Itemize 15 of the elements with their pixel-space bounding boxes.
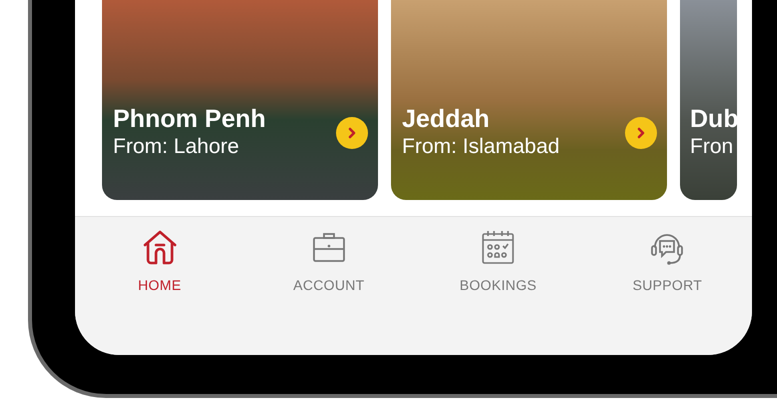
destination-title: Jeddah bbox=[402, 104, 490, 134]
tab-button[interactable]: ACCOUNT bbox=[244, 227, 414, 355]
chevron-right-icon bbox=[347, 127, 357, 139]
tab-button[interactable]: HOME bbox=[75, 227, 244, 355]
arrow-button[interactable] bbox=[336, 117, 368, 149]
destination-title: Phnom Penh bbox=[113, 104, 266, 134]
origin-text: From: Lahore bbox=[113, 134, 240, 160]
destination-card[interactable]: Phnom Penh From: Lahore bbox=[102, 0, 378, 200]
origin-text: From: Islamabad bbox=[402, 134, 560, 160]
tab-button[interactable]: SUPPORT bbox=[582, 227, 752, 355]
origin-text: Fron bbox=[690, 134, 734, 160]
destination-card[interactable]: Jeddah From: Islamabad bbox=[391, 0, 667, 200]
tab-button[interactable]: BOOKINGS bbox=[414, 227, 583, 355]
chevron-right-icon bbox=[636, 127, 646, 139]
arrow-button[interactable] bbox=[625, 117, 657, 149]
